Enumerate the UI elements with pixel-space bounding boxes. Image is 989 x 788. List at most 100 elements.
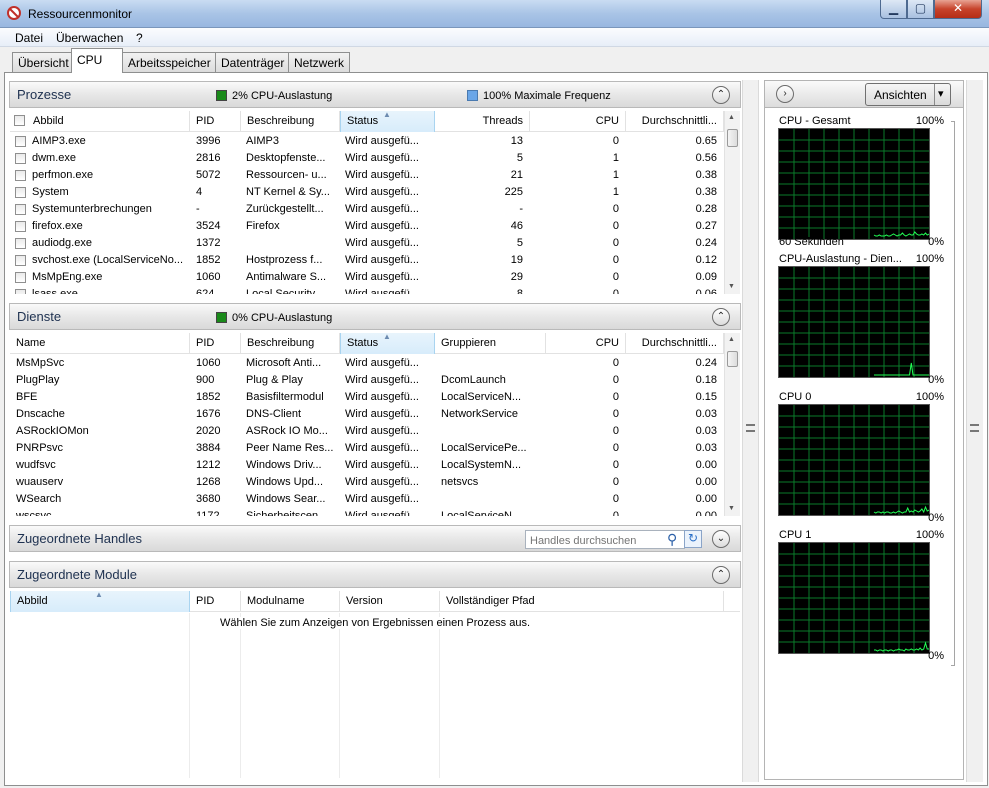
services-scrollbar[interactable]: ▲ ▼ bbox=[724, 333, 740, 516]
table-cell: Wird ausgefü... bbox=[345, 476, 419, 488]
table-cell: 0.18 bbox=[695, 374, 717, 386]
table-row[interactable]: System 4 NT Kernel & Sy... Wird ausgefü... 2… bbox=[10, 184, 724, 201]
splitter-grip-icon[interactable] bbox=[970, 424, 979, 432]
col-modulname[interactable]: Modulname bbox=[241, 591, 340, 612]
col-abbild[interactable]: Abbild bbox=[10, 111, 190, 132]
col-abbild[interactable]: ▲ Abbild bbox=[10, 591, 190, 612]
scroll-up-icon[interactable]: ▲ bbox=[728, 336, 735, 343]
row-checkbox[interactable] bbox=[15, 221, 26, 232]
col-status[interactable]: ▲ Status bbox=[340, 111, 435, 132]
processes-scrollbar[interactable]: ▲ ▼ bbox=[724, 111, 740, 294]
col-status-label: Status bbox=[347, 115, 379, 127]
table-row[interactable]: audiodg.exe 1372 Wird ausgefü... 5 0 0.24 bbox=[10, 235, 724, 252]
table-cell: 2020 bbox=[196, 425, 221, 437]
table-row[interactable]: Dnscache 1676 DNS-Client Wird ausgefü... Net… bbox=[10, 406, 724, 423]
collapse-modules-icon[interactable]: ⌃ bbox=[712, 566, 730, 584]
processes-header[interactable]: Prozesse 2% CPU-Auslastung 100% Maximale… bbox=[9, 81, 741, 108]
graph-canvas bbox=[779, 543, 929, 653]
splitter-grip-icon[interactable] bbox=[746, 424, 755, 432]
col-cpu[interactable]: CPU bbox=[546, 333, 626, 354]
select-all-checkbox[interactable] bbox=[14, 115, 25, 126]
minimize-button[interactable]: ▁ bbox=[880, 0, 907, 19]
handles-search-input[interactable] bbox=[525, 530, 685, 549]
col-beschreibung[interactable]: Beschreibung bbox=[241, 333, 340, 354]
graph-min: 0% bbox=[928, 374, 944, 386]
menu-help[interactable]: ? bbox=[136, 31, 143, 45]
handles-header[interactable]: Zugeordnete Handles ⚲ ↻ ⌄ bbox=[9, 525, 741, 552]
collapse-processes-icon[interactable]: ⌃ bbox=[712, 86, 730, 104]
col-pid[interactable]: PID bbox=[190, 591, 241, 612]
cpu-load-indicator bbox=[216, 90, 227, 101]
tab-arbeitsspeicher[interactable]: Arbeitsspeicher bbox=[122, 52, 217, 72]
modules-header[interactable]: Zugeordnete Module ⌃ bbox=[9, 561, 741, 588]
right-splitter[interactable] bbox=[966, 80, 983, 782]
refresh-icon[interactable]: ↻ bbox=[684, 530, 702, 548]
table-row[interactable]: ASRockIOMon 2020 ASRock IO Mo... Wird ausge… bbox=[10, 423, 724, 440]
table-row[interactable]: wudfsvc 1212 Windows Driv... Wird ausgefü..… bbox=[10, 457, 724, 474]
row-checkbox[interactable] bbox=[15, 153, 26, 164]
table-row[interactable]: wscsvc 1172 Sicherheitscen... Wird ausgefü.… bbox=[10, 508, 724, 516]
services-header[interactable]: Dienste 0% CPU-Auslastung ⌃ bbox=[9, 303, 741, 330]
row-checkbox[interactable] bbox=[15, 255, 26, 266]
col-durchschnitt[interactable]: Durchschnittli... bbox=[626, 333, 724, 354]
row-checkbox[interactable] bbox=[15, 170, 26, 181]
col-beschreibung[interactable]: Beschreibung bbox=[241, 111, 340, 132]
row-checkbox[interactable] bbox=[15, 204, 26, 215]
table-row[interactable]: WSearch 3680 Windows Sear... Wird ausgefü..… bbox=[10, 491, 724, 508]
table-row[interactable]: AIMP3.exe 3996 AIMP3 Wird ausgefü... 13 0 0.65 bbox=[10, 133, 724, 150]
row-checkbox[interactable] bbox=[15, 187, 26, 198]
panel-splitter[interactable] bbox=[742, 80, 759, 782]
col-name[interactable]: Name bbox=[10, 333, 190, 354]
scroll-down-icon[interactable]: ▼ bbox=[728, 283, 735, 290]
views-button[interactable]: Ansichten ▾ bbox=[865, 83, 951, 106]
table-cell: Windows Upd... bbox=[246, 476, 324, 488]
table-row[interactable]: firefox.exe 3524 Firefox Wird ausgefü... 46 0… bbox=[10, 218, 724, 235]
table-row[interactable]: PNRPsvc 3884 Peer Name Res... Wird ausgefü.… bbox=[10, 440, 724, 457]
row-checkbox[interactable] bbox=[15, 238, 26, 249]
scroll-down-icon[interactable]: ▼ bbox=[728, 505, 735, 512]
menu-datei[interactable]: Datei bbox=[15, 31, 43, 45]
col-gruppieren[interactable]: Gruppieren bbox=[435, 333, 546, 354]
table-row[interactable]: PlugPlay 900 Plug & Play Wird ausgefü... Dco… bbox=[10, 372, 724, 389]
dropdown-icon[interactable]: ▾ bbox=[938, 87, 944, 100]
hide-graphs-icon[interactable]: › bbox=[776, 85, 794, 103]
col-pid[interactable]: PID bbox=[190, 111, 241, 132]
col-status[interactable]: ▲ Status bbox=[340, 333, 435, 354]
scroll-thumb[interactable] bbox=[727, 351, 738, 367]
table-row[interactable]: Systemunterbrechungen - Zurückgestellt... W… bbox=[10, 201, 724, 218]
close-button[interactable]: ✕ bbox=[934, 0, 982, 19]
search-icon[interactable]: ⚲ bbox=[667, 531, 677, 548]
expand-handles-icon[interactable]: ⌄ bbox=[712, 530, 730, 548]
col-durchschnitt[interactable]: Durchschnittli... bbox=[626, 111, 724, 132]
maximize-button[interactable]: ▢ bbox=[907, 0, 934, 19]
table-row[interactable]: dwm.exe 2816 Desktopfenste... Wird ausgefü.… bbox=[10, 150, 724, 167]
table-cell: Wird ausgefü... bbox=[345, 374, 419, 386]
scroll-thumb[interactable] bbox=[727, 129, 738, 147]
sort-arrow-icon: ▲ bbox=[383, 333, 391, 341]
table-row[interactable]: BFE 1852 Basisfiltermodul Wird ausgefü... Lo… bbox=[10, 389, 724, 406]
col-threads[interactable]: Threads bbox=[435, 111, 530, 132]
col-pid[interactable]: PID bbox=[190, 333, 241, 354]
tab-netzwerk[interactable]: Netzwerk bbox=[288, 52, 351, 72]
menu-ueberwachen[interactable]: Überwachen bbox=[56, 31, 123, 45]
table-row[interactable]: perfmon.exe 5072 Ressourcen- u... Wird ausg… bbox=[10, 167, 724, 184]
col-pfad[interactable]: Vollständiger Pfad bbox=[440, 591, 724, 612]
scroll-up-icon[interactable]: ▲ bbox=[728, 114, 735, 121]
table-cell: System bbox=[32, 186, 69, 198]
row-checkbox[interactable] bbox=[15, 272, 26, 283]
table-row[interactable]: wuauserv 1268 Windows Upd... Wird ausgefü..… bbox=[10, 474, 724, 491]
row-checkbox[interactable] bbox=[15, 289, 26, 294]
col-cpu[interactable]: CPU bbox=[530, 111, 626, 132]
tab-datentraeger[interactable]: Datenträger bbox=[215, 52, 291, 72]
tab-cpu[interactable]: CPU bbox=[71, 48, 123, 73]
row-checkbox[interactable] bbox=[15, 136, 26, 147]
table-row[interactable]: svchost.exe (LocalServiceNo... 1852 Hostpr… bbox=[10, 252, 724, 269]
processes-title: Prozesse bbox=[17, 87, 72, 102]
col-version[interactable]: Version bbox=[340, 591, 440, 612]
table-row[interactable]: MsMpSvc 1060 Microsoft Anti... Wird ausgefü… bbox=[10, 355, 724, 372]
table-row[interactable]: MsMpEng.exe 1060 Antimalware S... Wird ausg… bbox=[10, 269, 724, 286]
collapse-services-icon[interactable]: ⌃ bbox=[712, 308, 730, 326]
tab-uebersicht[interactable]: Übersicht bbox=[12, 52, 75, 72]
table-row[interactable]: lsass.exe 624 Local Security... Wird ausgef… bbox=[10, 286, 724, 294]
col-abbild-label: Abbild bbox=[17, 595, 48, 607]
